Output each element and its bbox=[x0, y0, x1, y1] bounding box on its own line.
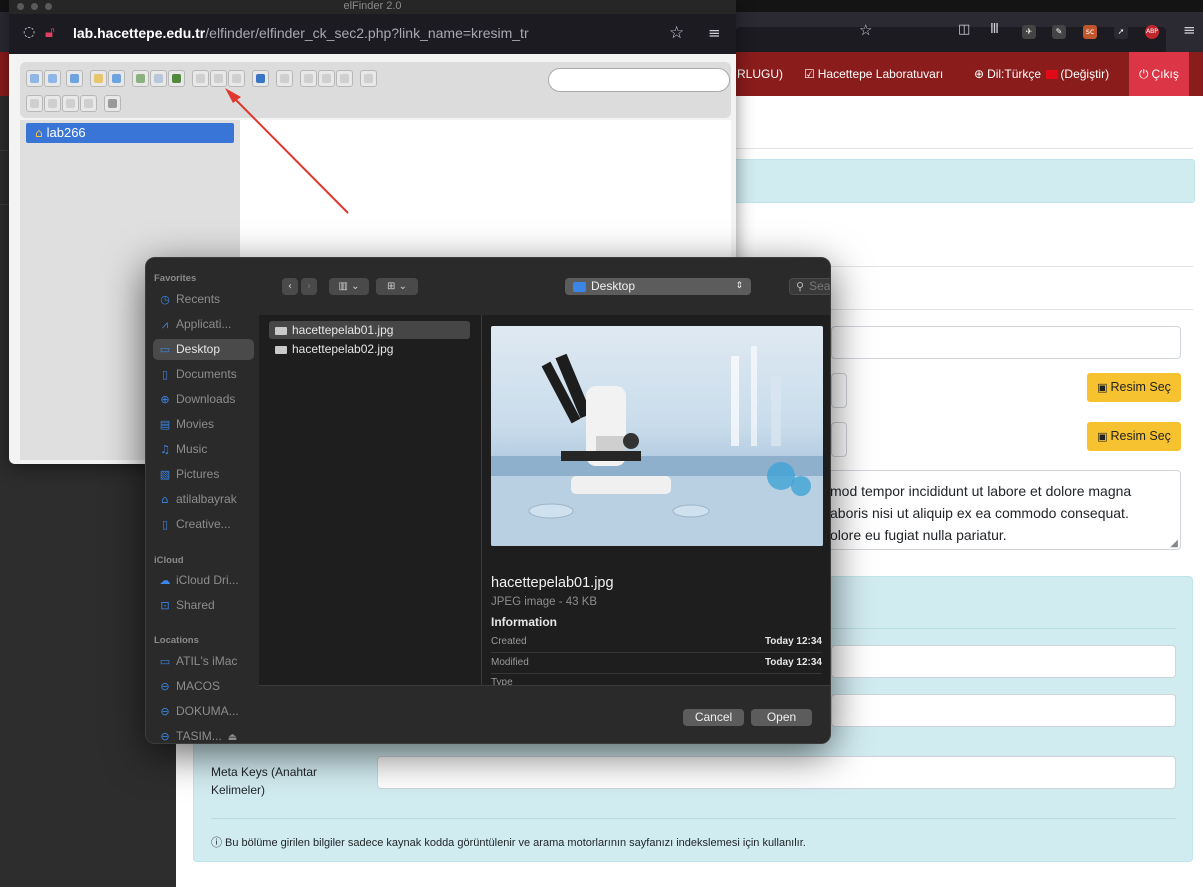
open-file-dialog: Favorites ◷ Recents ⩘ Applicati... ▭ Deskto… bbox=[145, 257, 831, 744]
sidebar-item-label: Creative... bbox=[176, 517, 231, 531]
sidebar-item-music[interactable]: ♫ Music bbox=[153, 439, 254, 460]
sidebar-item-applications[interactable]: ⩘ Applicati... bbox=[153, 314, 254, 335]
info-key: Modified bbox=[491, 657, 529, 668]
preview-file-kind: JPEG image - 43 KB bbox=[491, 596, 598, 608]
applications-icon: ⩘ bbox=[161, 318, 169, 331]
favorites-header: Favorites bbox=[154, 273, 197, 284]
info-value: Today 12:34 bbox=[764, 657, 822, 668]
sidebar-item-tasim[interactable]: ⊖ TASIM... ⏏ bbox=[153, 726, 254, 743]
preview-thumbnail bbox=[491, 326, 823, 546]
arrow-head bbox=[225, 88, 241, 103]
drive-icon: ⊖ bbox=[160, 680, 170, 693]
info-value: Today 12:34 bbox=[764, 636, 822, 647]
dialog-sidebar: Favorites ◷ Recents ⩘ Applicati... ▭ Deskto… bbox=[146, 258, 259, 743]
drive-icon: ⊖ bbox=[160, 730, 170, 743]
cancel-button[interactable]: Cancel bbox=[683, 709, 744, 726]
info-row-created: Created Today 12:34 bbox=[491, 632, 822, 653]
sidebar-item-label: TASIM... bbox=[176, 729, 222, 743]
sidebar-item-label: ATIL's iMac bbox=[176, 654, 238, 668]
sidebar-item-pictures[interactable]: ▧ Pictures bbox=[153, 464, 254, 485]
sidebar-item-label: MACOS bbox=[176, 679, 221, 693]
info-row-modified: Modified Today 12:34 bbox=[491, 653, 822, 674]
document-icon: ▯ bbox=[161, 518, 169, 531]
forward-button[interactable]: › bbox=[301, 278, 317, 295]
sidebar-item-dokuma[interactable]: ⊖ DOKUMA... bbox=[153, 701, 254, 722]
search-icon: ⚲ bbox=[796, 280, 805, 293]
open-button[interactable]: Open bbox=[751, 709, 812, 726]
sidebar-item-home[interactable]: ⌂ atilalbayrak bbox=[153, 489, 254, 510]
eject-icon[interactable]: ⏏ bbox=[228, 732, 237, 743]
picture-icon: ▧ bbox=[159, 468, 171, 481]
dialog-search-input[interactable]: ⚲ Search bbox=[789, 278, 831, 295]
file-name: hacettepelab02.jpg bbox=[292, 342, 394, 356]
computer-icon: ▭ bbox=[159, 655, 171, 668]
dialog-file-list: hacettepelab01.jpg hacettepelab02.jpg bbox=[259, 315, 481, 685]
clock-icon: ◷ bbox=[160, 293, 170, 306]
location-label: Desktop bbox=[591, 279, 636, 293]
file-row[interactable]: hacettepelab02.jpg bbox=[269, 340, 470, 358]
search-placeholder: Search bbox=[809, 279, 831, 293]
folder-icon bbox=[573, 281, 586, 292]
image-file-icon bbox=[275, 326, 287, 335]
sidebar-item-label: atilalbayrak bbox=[176, 492, 237, 506]
sidebar-item-creative[interactable]: ▯ Creative... bbox=[153, 514, 254, 535]
music-icon: ♫ bbox=[160, 443, 170, 456]
dialog-button-bar: Cancel Open bbox=[259, 685, 830, 743]
info-key-cut: Type bbox=[491, 678, 513, 685]
sidebar-item-label: Music bbox=[176, 442, 208, 456]
sidebar-item-label: Shared bbox=[176, 598, 215, 612]
document-icon: ▯ bbox=[161, 368, 169, 381]
column-view-button[interactable]: ▥ ⌄ bbox=[329, 278, 369, 295]
dialog-toolbar: ‹ › ▥ ⌄ ⊞ ⌄ Desktop ⇕ ⚲ Search bbox=[259, 258, 831, 315]
drive-icon: ⊖ bbox=[160, 705, 170, 718]
location-popup[interactable]: Desktop ⇕ bbox=[565, 278, 751, 295]
download-icon: ⊕ bbox=[160, 393, 170, 406]
sidebar-item-downloads[interactable]: ⊕ Downloads bbox=[153, 389, 254, 410]
information-header: Information bbox=[491, 615, 557, 629]
sidebar-item-imac[interactable]: ▭ ATIL's iMac bbox=[153, 651, 254, 672]
cloud-icon: ☁ bbox=[159, 574, 171, 587]
arrow-line bbox=[231, 95, 349, 214]
desktop-icon: ▭ bbox=[159, 343, 171, 356]
sidebar-item-label: Recents bbox=[176, 292, 221, 306]
sidebar-item-label: Applicati... bbox=[176, 317, 232, 331]
sidebar-item-label: Documents bbox=[176, 367, 237, 381]
icloud-header: iCloud bbox=[154, 555, 184, 566]
sidebar-item-desktop[interactable]: ▭ Desktop bbox=[153, 339, 254, 360]
file-row[interactable]: hacettepelab01.jpg bbox=[269, 321, 470, 339]
shared-folder-icon: ⊡ bbox=[160, 599, 170, 612]
sidebar-item-label: Downloads bbox=[176, 392, 236, 406]
sidebar-item-shared[interactable]: ⊡ Shared bbox=[153, 595, 254, 616]
sidebar-item-recents[interactable]: ◷ Recents bbox=[153, 289, 254, 310]
sidebar-item-documents[interactable]: ▯ Documents bbox=[153, 364, 254, 385]
file-name: hacettepelab01.jpg bbox=[292, 323, 394, 337]
home-icon: ⌂ bbox=[161, 493, 169, 506]
chevron-updown-icon: ⇕ bbox=[735, 281, 743, 291]
sidebar-item-icloud-drive[interactable]: ☁ iCloud Dri... bbox=[153, 570, 254, 591]
sidebar-item-label: Desktop bbox=[176, 342, 221, 356]
image-file-icon bbox=[275, 345, 287, 354]
locations-header: Locations bbox=[154, 635, 199, 646]
sidebar-item-label: Movies bbox=[176, 417, 215, 431]
dialog-preview: hacettepelab01.jpg JPEG image - 43 KB In… bbox=[482, 315, 830, 685]
microscope-photo bbox=[491, 346, 823, 546]
sidebar-item-label: DOKUMA... bbox=[176, 704, 239, 718]
group-view-button[interactable]: ⊞ ⌄ bbox=[376, 278, 418, 295]
info-key: Created bbox=[491, 636, 527, 647]
film-icon: ▤ bbox=[159, 418, 171, 431]
back-button[interactable]: ‹ bbox=[282, 278, 298, 295]
sidebar-item-movies[interactable]: ▤ Movies bbox=[153, 414, 254, 435]
preview-file-name: hacettepelab01.jpg bbox=[491, 575, 614, 591]
sidebar-item-macos[interactable]: ⊖ MACOS bbox=[153, 676, 254, 697]
sidebar-item-label: Pictures bbox=[176, 467, 220, 481]
sidebar-item-label: iCloud Dri... bbox=[176, 573, 239, 587]
